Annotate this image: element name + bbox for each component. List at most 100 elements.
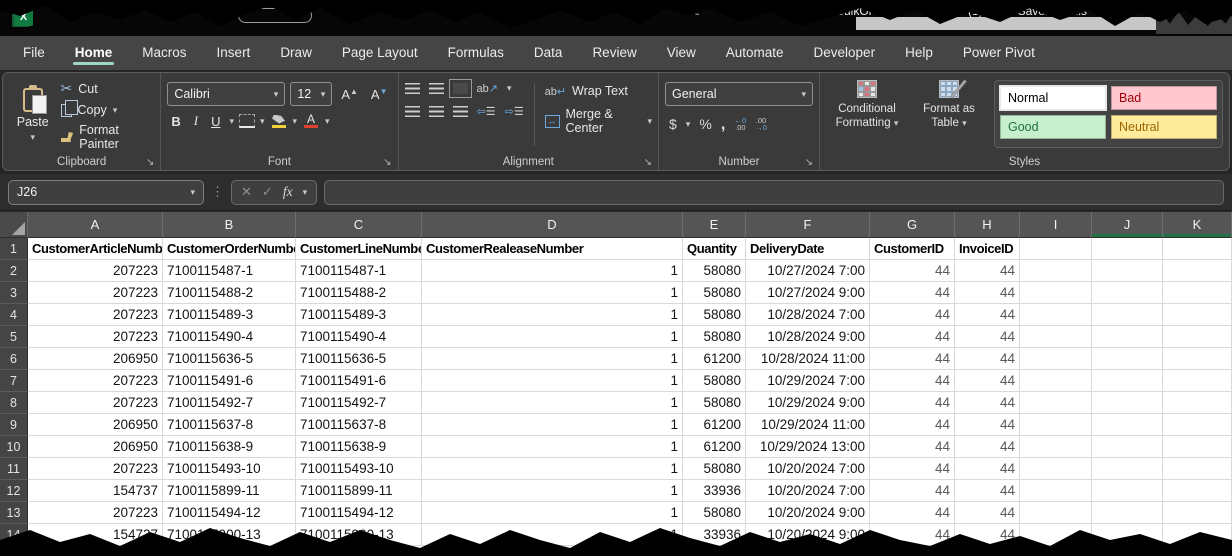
- cell-G6[interactable]: 44: [870, 348, 955, 370]
- row-header-6[interactable]: 6: [0, 348, 28, 370]
- cell-E4[interactable]: 58080: [683, 304, 746, 326]
- increase-decimal-button[interactable]: ←0.00: [735, 117, 747, 131]
- cell-A3[interactable]: 207223: [28, 282, 163, 304]
- cell-B4[interactable]: 7100115489-3: [163, 304, 296, 326]
- row-header-5[interactable]: 5: [0, 326, 28, 348]
- cell-G3[interactable]: 44: [870, 282, 955, 304]
- ribbon-tab-automate[interactable]: Automate: [713, 38, 797, 68]
- cell-J10[interactable]: [1092, 436, 1163, 458]
- row-header-12[interactable]: 12: [0, 480, 28, 502]
- cell-E3[interactable]: 58080: [683, 282, 746, 304]
- cell-A14[interactable]: 154737: [28, 524, 163, 546]
- ribbon-tab-help[interactable]: Help: [892, 38, 946, 68]
- ribbon-tab-file[interactable]: File: [10, 38, 58, 68]
- align-middle-icon[interactable]: [429, 83, 444, 94]
- cell-G2[interactable]: 44: [870, 260, 955, 282]
- name-box[interactable]: J26 ▾: [8, 180, 204, 205]
- format-as-table-button[interactable]: Format as Table ▾: [912, 80, 986, 152]
- column-header-I[interactable]: I: [1020, 212, 1092, 238]
- row-header-14[interactable]: 14: [0, 524, 28, 546]
- cell-H5[interactable]: 44: [955, 326, 1020, 348]
- chevron-down-icon[interactable]: ▾: [260, 116, 265, 127]
- cell-B10[interactable]: 7100115638-9: [163, 436, 296, 458]
- title-chevron-down-icon[interactable]: ⌄: [1098, 3, 1107, 16]
- cell-B6[interactable]: 7100115636-5: [163, 348, 296, 370]
- cell-C6[interactable]: 7100115636-5: [296, 348, 422, 370]
- cell-H7[interactable]: 44: [955, 370, 1020, 392]
- cell-F5[interactable]: 10/28/2024 9:00: [746, 326, 870, 348]
- cell-E12[interactable]: 33936: [683, 480, 746, 502]
- cell-F13[interactable]: 10/20/2024 9:00: [746, 502, 870, 524]
- select-all-corner[interactable]: [0, 212, 28, 238]
- cell-B9[interactable]: 7100115637-8: [163, 414, 296, 436]
- cell-F7[interactable]: 10/29/2024 7:00: [746, 370, 870, 392]
- cell-F12[interactable]: 10/20/2024 7:00: [746, 480, 870, 502]
- cell-I13[interactable]: [1020, 502, 1092, 524]
- ribbon-tab-insert[interactable]: Insert: [204, 38, 264, 68]
- ribbon-tab-developer[interactable]: Developer: [801, 38, 889, 68]
- merge-center-button[interactable]: ↔ Merge & Center ▾: [545, 107, 652, 135]
- cell-B3[interactable]: 7100115488-2: [163, 282, 296, 304]
- cell-G10[interactable]: 44: [870, 436, 955, 458]
- cell-F2[interactable]: 10/27/2024 7:00: [746, 260, 870, 282]
- cell-D3[interactable]: 1: [422, 282, 683, 304]
- row-header-7[interactable]: 7: [0, 370, 28, 392]
- ribbon-tab-draw[interactable]: Draw: [267, 38, 325, 68]
- underline-button[interactable]: U: [207, 114, 224, 129]
- cell-G11[interactable]: 44: [870, 458, 955, 480]
- cell-E7[interactable]: 58080: [683, 370, 746, 392]
- cell-H3[interactable]: 44: [955, 282, 1020, 304]
- row-header-1[interactable]: 1: [0, 238, 28, 260]
- cell-K7[interactable]: [1163, 370, 1232, 392]
- cell-A8[interactable]: 207223: [28, 392, 163, 414]
- column-header-H[interactable]: H: [955, 212, 1020, 238]
- cell-J6[interactable]: [1092, 348, 1163, 370]
- enter-icon[interactable]: ✓: [262, 184, 273, 200]
- font-color-button[interactable]: A: [302, 114, 320, 128]
- cell-D4[interactable]: 1: [422, 304, 683, 326]
- cell-J1[interactable]: [1092, 238, 1163, 260]
- ribbon-tab-formulas[interactable]: Formulas: [435, 38, 517, 68]
- align-bottom-icon[interactable]: [453, 83, 468, 94]
- cell-J11[interactable]: [1092, 458, 1163, 480]
- cell-J14[interactable]: [1092, 524, 1163, 546]
- format-painter-button[interactable]: Format Painter: [61, 123, 155, 151]
- cell-style-neutral[interactable]: Neutral: [1111, 115, 1217, 139]
- cell-A9[interactable]: 206950: [28, 414, 163, 436]
- cell-I14[interactable]: [1020, 524, 1092, 546]
- cell-C13[interactable]: 7100115494-12: [296, 502, 422, 524]
- cell-J2[interactable]: [1092, 260, 1163, 282]
- italic-button[interactable]: I: [190, 113, 202, 129]
- row-header-8[interactable]: 8: [0, 392, 28, 414]
- search-box-fragment[interactable]: [856, 17, 1156, 30]
- ribbon-tab-data[interactable]: Data: [521, 38, 576, 68]
- cell-D5[interactable]: 1: [422, 326, 683, 348]
- document-title[interactable]: ate (1).xlsx • Saved to this: [948, 4, 1087, 18]
- cell-I2[interactable]: [1020, 260, 1092, 282]
- cell-K10[interactable]: [1163, 436, 1232, 458]
- cell-G14[interactable]: 44: [870, 524, 955, 546]
- cell-K11[interactable]: [1163, 458, 1232, 480]
- cell-A4[interactable]: 207223: [28, 304, 163, 326]
- cell-D8[interactable]: 1: [422, 392, 683, 414]
- chevron-down-icon[interactable]: ▾: [293, 116, 298, 127]
- cell-E6[interactable]: 61200: [683, 348, 746, 370]
- cell-K9[interactable]: [1163, 414, 1232, 436]
- cell-F8[interactable]: 10/29/2024 9:00: [746, 392, 870, 414]
- excel-logo-icon[interactable]: X: [14, 9, 33, 26]
- font-name-combo[interactable]: Calibri ▾: [167, 82, 285, 106]
- borders-icon[interactable]: [239, 114, 255, 128]
- cell-B1[interactable]: CustomerOrderNumber: [163, 238, 296, 260]
- font-size-combo[interactable]: 12 ▾: [290, 82, 332, 106]
- cell-K14[interactable]: [1163, 524, 1232, 546]
- cell-B14[interactable]: 7100115900-13: [163, 524, 296, 546]
- align-right-icon[interactable]: [453, 106, 468, 117]
- cell-J12[interactable]: [1092, 480, 1163, 502]
- cell-J4[interactable]: [1092, 304, 1163, 326]
- copy-button[interactable]: Copy ▾: [61, 103, 155, 117]
- cell-I11[interactable]: [1020, 458, 1092, 480]
- cell-G5[interactable]: 44: [870, 326, 955, 348]
- cell-G9[interactable]: 44: [870, 414, 955, 436]
- align-left-icon[interactable]: [405, 106, 420, 117]
- cell-D14[interactable]: 1: [422, 524, 683, 546]
